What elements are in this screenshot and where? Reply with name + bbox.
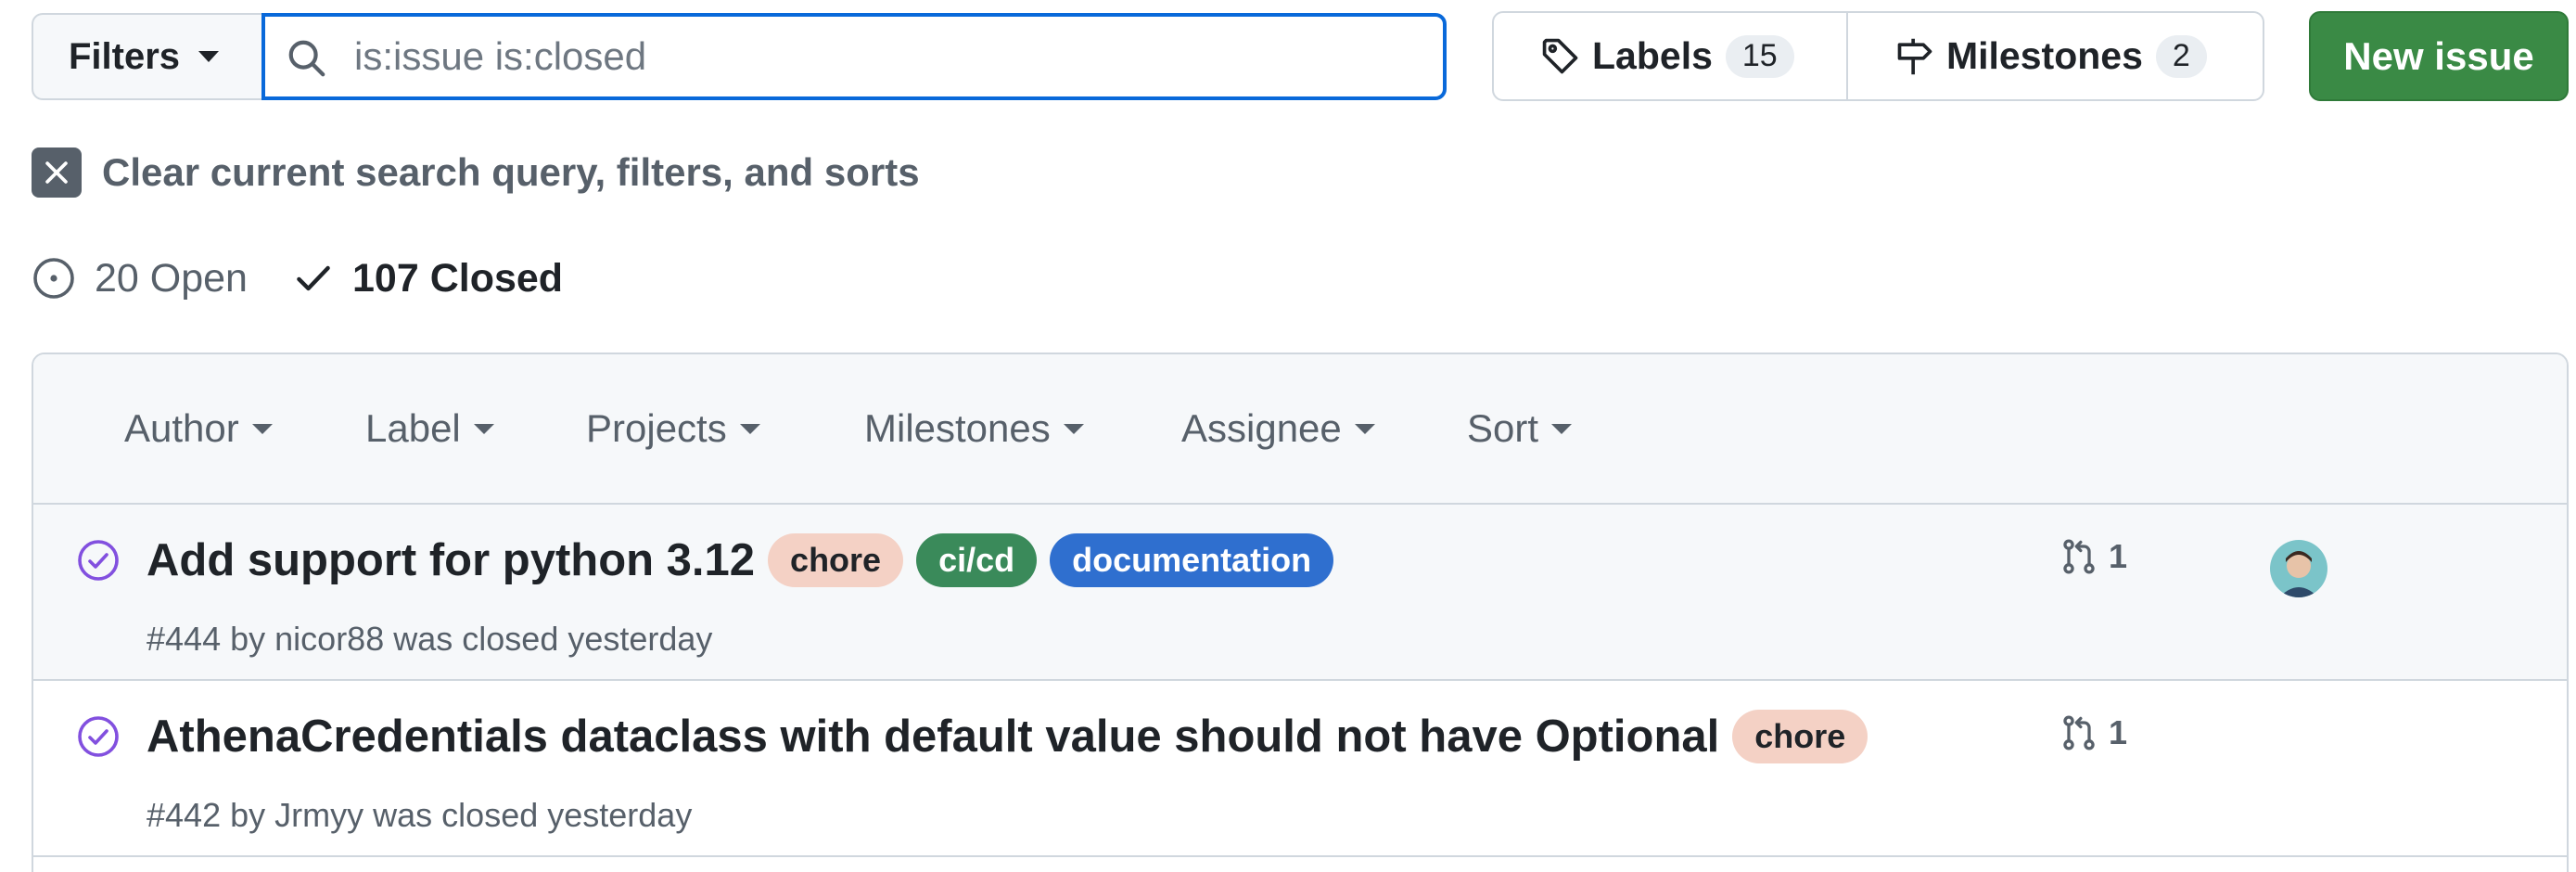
issue-open-icon (33, 258, 74, 299)
linked-pull-requests[interactable]: 1 (2059, 536, 2127, 577)
label-badge-documentation[interactable]: documentation (1050, 533, 1334, 587)
caret-down-icon (739, 423, 760, 434)
projects-filter[interactable]: Projects (586, 406, 760, 451)
issue-author-link[interactable]: Jrmyy (274, 796, 363, 834)
caret-down-icon (473, 423, 494, 434)
linked-pull-requests[interactable]: 1 (2059, 712, 2127, 753)
open-issues-tab[interactable]: 20 Open (32, 250, 248, 306)
labels-button[interactable]: Labels 15 (1494, 13, 1848, 99)
label-badge-chore[interactable]: chore (768, 533, 904, 587)
issue-meta: #442 by Jrmyy was closed yesterday (147, 796, 692, 835)
issues-list: Author Label Projects Milestones Assigne… (32, 353, 2569, 872)
filters-label: Filters (69, 35, 181, 77)
search-field[interactable] (261, 13, 1447, 100)
open-issues-count: 20 Open (95, 255, 248, 301)
label-filter-label: Label (365, 406, 461, 450)
issue-title-link[interactable]: AthenaCredentials dataclass with default… (147, 711, 1719, 763)
labels-milestones-group: Labels 15 Milestones 2 (1492, 11, 2264, 101)
milestones-label: Milestones (1946, 34, 2143, 77)
issue-closed-icon (78, 540, 119, 581)
closed-issues-tab[interactable]: 107 Closed (293, 250, 563, 306)
issue-closed-text: was closed yesterday (393, 620, 713, 658)
labels-count: 15 (1725, 34, 1794, 78)
caret-down-icon (251, 423, 273, 434)
milestones-count: 2 (2155, 34, 2207, 78)
closed-issues-count: 107 Closed (352, 255, 564, 301)
label-badge-ci-cd[interactable]: ci/cd (916, 533, 1038, 587)
label-filter[interactable]: Label (365, 406, 494, 451)
issue-number: #444 (147, 620, 222, 658)
issue-row: AthenaCredentials dataclass with default… (33, 681, 2567, 857)
issue-number: #442 (147, 796, 222, 834)
assignee-filter-label: Assignee (1181, 406, 1342, 450)
label-badge-chore[interactable]: chore (1732, 710, 1868, 763)
issue-by-text: by (230, 796, 266, 834)
caret-down-icon (1354, 423, 1375, 434)
caret-down-icon (1551, 423, 1573, 434)
search-icon (288, 40, 325, 77)
issue-closed-icon (78, 716, 119, 757)
projects-filter-label: Projects (586, 406, 727, 450)
author-filter[interactable]: Author (124, 406, 273, 451)
caret-down-icon (1063, 423, 1084, 434)
search-input[interactable] (354, 17, 1421, 96)
milestone-icon (1897, 38, 1932, 74)
issue-closed-text: was closed yesterday (373, 796, 693, 834)
issue-title-link[interactable]: Add support for python 3.12 (147, 534, 755, 586)
labels-label: Labels (1592, 34, 1713, 77)
sort-filter-label: Sort (1467, 406, 1539, 450)
issue-author-link[interactable]: nicor88 (274, 620, 384, 658)
new-issue-button[interactable]: New issue (2309, 11, 2569, 101)
linked-pr-count: 1 (2109, 713, 2128, 751)
tag-icon (1542, 38, 1578, 73)
issues-table-header: Author Label Projects Milestones Assigne… (33, 354, 2567, 505)
milestones-filter-label: Milestones (864, 406, 1051, 450)
milestones-filter[interactable]: Milestones (864, 406, 1084, 451)
milestones-button[interactable]: Milestones 2 (1848, 13, 2263, 99)
caret-down-icon (198, 51, 220, 62)
filters-button[interactable]: Filters (32, 13, 261, 100)
issue-meta: #444 by nicor88 was closed yesterday (147, 620, 712, 659)
issue-by-text: by (230, 620, 266, 658)
check-icon (297, 265, 330, 291)
linked-pr-count: 1 (2109, 537, 2128, 575)
sort-filter[interactable]: Sort (1467, 406, 1573, 451)
close-icon (32, 147, 82, 198)
author-filter-label: Author (124, 406, 239, 450)
assignee-filter[interactable]: Assignee (1181, 406, 1375, 451)
pull-request-icon (2063, 539, 2095, 574)
avatar[interactable] (2270, 540, 2327, 597)
clear-query-text: Clear current search query, filters, and… (102, 150, 920, 194)
issue-row: Add support for python 3.12 chore ci/cd … (33, 505, 2567, 681)
pull-request-icon (2063, 715, 2095, 750)
clear-query-link[interactable]: Clear current search query, filters, and… (32, 147, 920, 199)
